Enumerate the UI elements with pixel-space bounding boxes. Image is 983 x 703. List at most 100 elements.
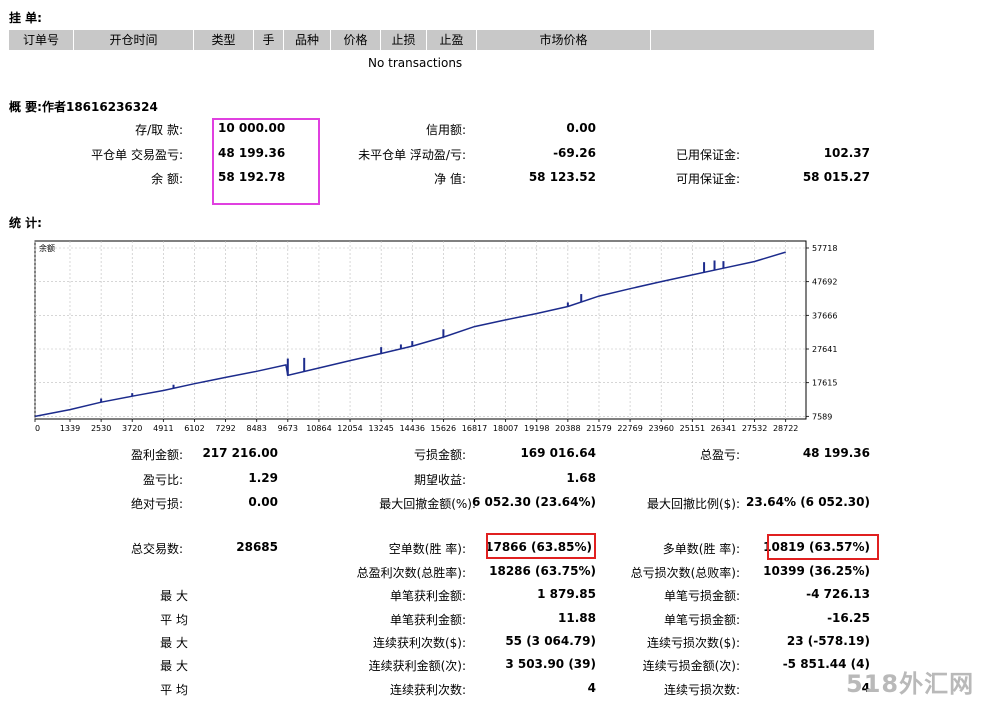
col-type[interactable]: 类型	[194, 30, 254, 50]
avg-consecutive-wins-label: 连续获利次数:	[389, 683, 466, 697]
average-profit-value: 11.88	[558, 611, 596, 625]
long-positions-label: 多单数(胜 率):	[662, 542, 740, 556]
max-consecutive-wins-value: 55 (3 064.79)	[505, 634, 596, 648]
y-tick-label-4: 47692	[812, 278, 837, 287]
margin-value: 102.37	[823, 146, 870, 160]
pending-table-header: 订单号 开仓时间 类型 手 品种 价格 止损 止盈 市场价格	[9, 30, 874, 50]
col-lots[interactable]: 手	[254, 30, 284, 50]
credit-value: 0.00	[566, 121, 596, 135]
x-tick-label-24: 28722	[773, 424, 798, 433]
total-trades-label: 总交易数:	[130, 542, 183, 556]
gross-profit-label: 盈利金额:	[130, 448, 183, 462]
stats-title: 统 计:	[9, 216, 42, 230]
credit-label: 信用额:	[425, 123, 466, 137]
row-label-avg-consecutive: 平 均	[160, 683, 188, 697]
average-loss-label: 单笔亏损金额:	[663, 613, 740, 627]
x-tick-label-10: 12054	[337, 424, 362, 433]
max-consecutive-wins-label: 连续获利次数($):	[372, 636, 466, 650]
col-take-profit[interactable]: 止盈	[427, 30, 477, 50]
col-blank	[651, 30, 874, 50]
largest-profit-value: 1 879.85	[537, 587, 596, 601]
x-tick-label-0: 0	[35, 424, 40, 433]
col-stop-loss[interactable]: 止损	[381, 30, 427, 50]
pending-title: 挂 单:	[9, 11, 42, 25]
absolute-drawdown-value: 0.00	[248, 495, 278, 509]
col-open-time[interactable]: 开仓时间	[74, 30, 194, 50]
x-axis-ticks: 0 1339 2530 3720 4911 6102 7292 8483 9673 10864 12…	[34, 419, 798, 433]
max-drawdown-label: 最大回撤金额(%):	[379, 497, 476, 511]
absolute-drawdown-label: 绝对亏损:	[130, 497, 183, 511]
x-tick-label-13: 15626	[431, 424, 456, 433]
net-profit-value: 48 199.36	[802, 446, 870, 460]
avg-consecutive-wins-value: 4	[587, 681, 596, 695]
balance-chart: 0 1339 2530 3720 4911 6102 7292 8483 9673 10864 12…	[33, 240, 873, 435]
x-tick-label-2: 2530	[91, 424, 111, 433]
x-tick-label-21: 25151	[680, 424, 705, 433]
gross-loss-label: 亏损金额:	[413, 448, 466, 462]
row-label-maximal: 最 大	[160, 659, 188, 673]
equity-value: 58 123.52	[528, 170, 596, 184]
x-tick-label-14: 16817	[462, 424, 487, 433]
margin-label: 已用保证金:	[675, 148, 740, 162]
max-consecutive-losses-value: 23 (-578.19)	[786, 634, 870, 648]
x-tick-label-4: 4911	[153, 424, 173, 433]
col-market-price[interactable]: 市场价格	[477, 30, 651, 50]
floating-pl-value: -69.26	[553, 146, 596, 160]
total-trades-value: 28685	[236, 540, 278, 554]
largest-loss-label: 单笔亏损金额:	[663, 589, 740, 603]
x-tick-label-5: 6102	[184, 424, 204, 433]
relative-drawdown-label: 最大回撤比例($):	[646, 497, 740, 511]
no-transactions-text: No transactions	[368, 56, 463, 70]
expected-payoff-label: 期望收益:	[413, 473, 466, 487]
y-tick-label-2: 27641	[812, 345, 837, 354]
x-tick-label-19: 22769	[617, 424, 642, 433]
average-loss-value: -16.25	[827, 611, 870, 625]
floating-pl-label: 未平仓单 浮动盈/亏:	[358, 148, 466, 162]
summary-title: 概 要:作者18616236324	[9, 100, 158, 114]
y-tick-label-5: 57718	[812, 244, 837, 253]
x-tick-label-17: 20388	[555, 424, 580, 433]
average-profit-label: 单笔获利金额:	[389, 613, 466, 627]
deposit-label: 存/取 款:	[135, 123, 183, 137]
closed-pl-label: 平仓单 交易盈亏:	[91, 148, 183, 162]
largest-profit-label: 单笔获利金额:	[389, 589, 466, 603]
x-tick-label-18: 21579	[586, 424, 611, 433]
relative-drawdown-value: 23.64% (6 052.30)	[746, 495, 870, 509]
x-tick-label-8: 9673	[278, 424, 298, 433]
profit-factor-label: 盈亏比:	[142, 473, 183, 487]
balance-label: 余 额:	[151, 172, 183, 186]
col-symbol[interactable]: 品种	[284, 30, 331, 50]
chart-legend-label: 余额	[39, 243, 55, 253]
avg-consecutive-losses-label: 连续亏损次数:	[663, 683, 740, 697]
expected-payoff-value: 1.68	[566, 471, 596, 485]
x-tick-label-7: 8483	[247, 424, 267, 433]
free-margin-value: 58 015.27	[802, 170, 870, 184]
largest-loss-value: -4 726.13	[806, 587, 870, 601]
gross-loss-value: 169 016.64	[520, 446, 596, 460]
profit-factor-value: 1.29	[248, 471, 278, 485]
highlight-box-long	[767, 534, 879, 560]
x-tick-label-11: 13245	[368, 424, 393, 433]
row-label-average: 平 均	[160, 613, 188, 627]
highlight-box-short	[486, 533, 596, 559]
profit-trades-value: 18286 (63.75%)	[489, 564, 596, 578]
maximal-consecutive-profit-value: 3 503.90 (39)	[505, 657, 596, 671]
col-price[interactable]: 价格	[331, 30, 381, 50]
loss-trades-value: 10399 (36.25%)	[763, 564, 870, 578]
y-tick-label-3: 37666	[812, 311, 837, 320]
x-tick-label-15: 18007	[493, 424, 518, 433]
y-axis-ticks: 7589 17615 27641 37666 47692 57718	[806, 244, 837, 421]
x-tick-label-16: 19198	[524, 424, 549, 433]
balance-chart-svg: 0 1339 2530 3720 4911 6102 7292 8483 9673 10864 12…	[34, 240, 837, 433]
equity-label: 净 值:	[434, 172, 466, 186]
x-tick-label-6: 7292	[215, 424, 235, 433]
x-tick-label-9: 10864	[306, 424, 331, 433]
row-label-largest: 最 大	[160, 589, 188, 603]
maximal-consecutive-profit-label: 连续获利金额(次):	[368, 659, 466, 673]
y-tick-label-0: 7589	[812, 412, 832, 421]
x-tick-label-3: 3720	[122, 424, 142, 433]
max-drawdown-value: 6 052.30 (23.64%)	[472, 495, 596, 509]
col-order-id[interactable]: 订单号	[9, 30, 74, 50]
net-profit-label: 总盈亏:	[699, 448, 740, 462]
free-margin-label: 可用保证金:	[675, 172, 740, 186]
